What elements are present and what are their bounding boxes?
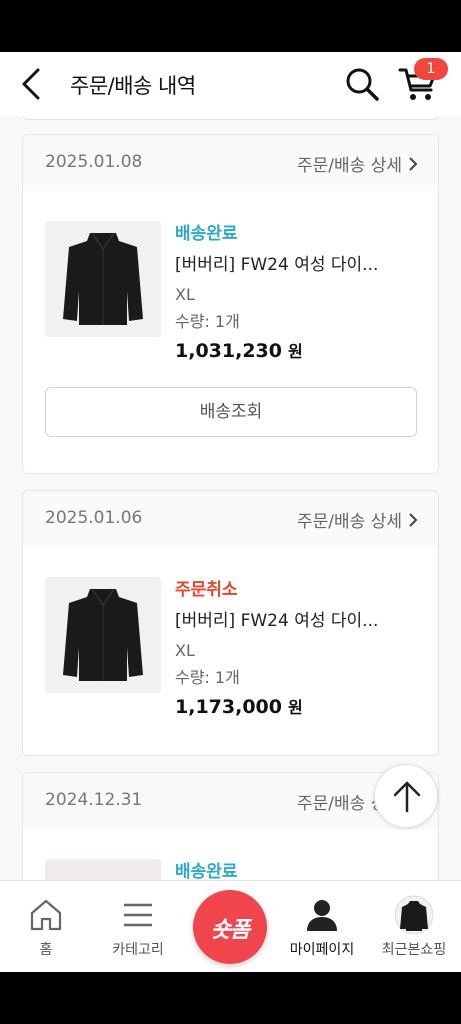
product-info: 배송완료 — [175, 857, 425, 880]
product-name[interactable]: [버버리] FW24 여성 다이... — [175, 250, 405, 275]
order-card: 2025.01.08 주문/배송 상세 배송완료 [버버리] FW24 여성 다… — [22, 134, 439, 474]
order-date: 2024.12.31 — [45, 790, 143, 810]
search-icon — [346, 68, 379, 101]
nav-home-label: 홈 — [39, 942, 53, 958]
back-arrow-icon — [22, 68, 40, 100]
nav-category[interactable]: 카테고리 — [92, 881, 184, 972]
jacket-image — [45, 577, 161, 693]
price-row: 1,173,000 원 — [175, 694, 425, 718]
nav-mypage-label: 마이페이지 — [289, 942, 355, 958]
order-detail-label: 주문/배송 상세 — [297, 156, 402, 176]
order-history-screen: 주문/배송 내역 1 2025.01.08 주문/배송 상세 배송완료 [버버리… — [0, 52, 461, 972]
product-name[interactable]: [버버리] FW24 여성 다이... — [175, 606, 405, 631]
order-detail-label: 주문/배송 상세 — [297, 512, 402, 532]
currency-label: 원 — [287, 342, 303, 361]
shortform-button[interactable]: 숏폼 — [193, 890, 267, 964]
arrow-up-icon — [393, 781, 421, 813]
menu-icon — [124, 903, 152, 927]
order-status: 배송완료 — [175, 862, 238, 880]
product-thumbnail[interactable] — [45, 577, 161, 693]
app-header: 주문/배송 내역 1 — [0, 52, 461, 116]
nav-category-label: 카테고리 — [112, 942, 164, 958]
product-price: 1,173,000 — [175, 696, 282, 718]
recent-product-thumbnail — [394, 895, 434, 935]
shortform-label: 숏폼 — [210, 918, 250, 943]
product-thumbnail[interactable] — [45, 859, 161, 880]
order-card-header: 2025.01.06 주문/배송 상세 — [23, 491, 438, 547]
product-price: 1,031,230 — [175, 340, 282, 362]
previous-card-edge — [22, 116, 439, 120]
product-option: XL — [175, 285, 195, 304]
jacket-image — [45, 221, 161, 337]
product-quantity: 수량: 1개 — [175, 312, 240, 331]
order-date: 2025.01.06 — [45, 508, 143, 528]
scroll-to-top-button[interactable] — [374, 764, 438, 828]
product-info: 주문취소 [버버리] FW24 여성 다이... XL 수량: 1개 1,173… — [175, 575, 425, 718]
chevron-right-icon — [409, 512, 418, 527]
chevron-right-icon — [409, 156, 418, 171]
order-detail-link[interactable]: 주문/배송 상세 — [297, 151, 418, 176]
back-button[interactable] — [18, 66, 48, 102]
order-date: 2025.01.08 — [45, 152, 143, 172]
user-icon — [307, 900, 337, 931]
order-detail-link[interactable]: 주문/배송 상세 — [297, 507, 418, 532]
nav-recent-label: 최근본쇼핑 — [381, 942, 447, 958]
order-card-header: 2025.01.08 주문/배송 상세 — [23, 135, 438, 191]
product-info: 배송완료 [버버리] FW24 여성 다이... XL 수량: 1개 1,031… — [175, 219, 425, 362]
home-icon — [30, 899, 62, 931]
order-status: 주문취소 — [175, 580, 238, 600]
currency-label: 원 — [287, 698, 303, 717]
nav-recent[interactable]: 최근본쇼핑 — [368, 881, 460, 972]
order-status: 배송완료 — [175, 224, 238, 244]
track-delivery-button[interactable]: 배송조회 — [45, 387, 417, 437]
product-quantity: 수량: 1개 — [175, 668, 240, 687]
product-option: XL — [175, 641, 195, 660]
product-thumbnail[interactable] — [45, 221, 161, 337]
bottom-navigation: 홈 카테고리 숏폼 마이페이지 최근본쇼핑 — [0, 880, 461, 972]
nav-mypage[interactable]: 마이페이지 — [276, 881, 368, 972]
order-card: 2025.01.06 주문/배송 상세 주문취소 [버버리] FW24 여성 다… — [22, 490, 439, 756]
cart-count-badge: 1 — [414, 58, 448, 80]
page-title: 주문/배송 내역 — [70, 74, 196, 98]
nav-home[interactable]: 홈 — [0, 881, 92, 972]
search-button[interactable] — [344, 66, 380, 102]
price-row: 1,031,230 원 — [175, 338, 425, 362]
